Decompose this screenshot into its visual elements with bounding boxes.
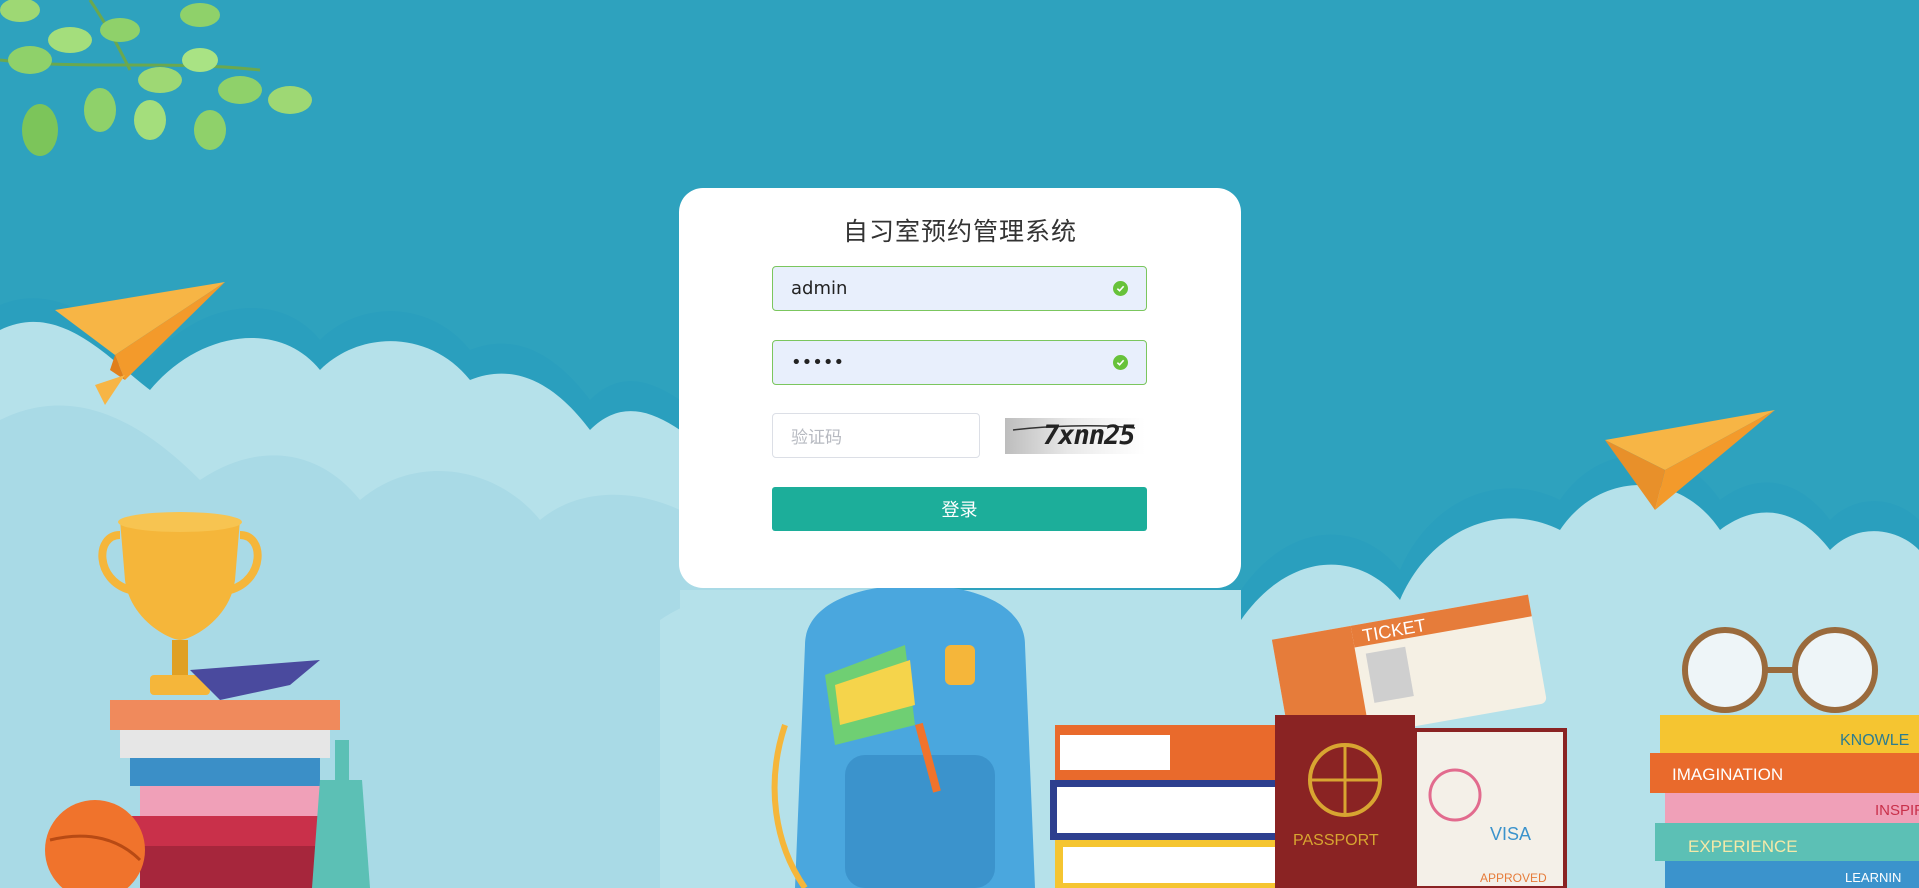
books-glasses-decoration: KNOWLE IMAGINATION INSPIRAT EXPERIENCE L… xyxy=(1650,627,1919,888)
check-circle-icon xyxy=(1113,355,1128,370)
ticket-passport-decoration: TICKET PASSPORT VISA APPROVED xyxy=(1271,594,1567,888)
paper-plane-icon xyxy=(55,282,225,405)
book-label: EXPERIENCE xyxy=(1688,837,1798,856)
approved-label: APPROVED xyxy=(1480,871,1547,885)
username-value: admin xyxy=(791,278,848,299)
password-value: ••••• xyxy=(791,352,845,373)
trophy-books-decoration xyxy=(45,512,370,888)
visa-label: VISA xyxy=(1490,824,1531,844)
password-input[interactable]: ••••• xyxy=(772,340,1147,385)
login-card: 自习室预约管理系统 admin ••••• 验证码 7xnn25 登录 xyxy=(679,188,1241,588)
login-button[interactable]: 登录 xyxy=(772,487,1147,531)
book-label: INSPIRAT xyxy=(1875,802,1919,819)
username-input[interactable]: admin xyxy=(772,266,1147,311)
book-label: IMAGINATION xyxy=(1672,765,1783,784)
captcha-image[interactable]: 7xnn25 xyxy=(1005,418,1145,454)
paper-plane-icon xyxy=(1605,410,1775,510)
book-label: LEARNIN xyxy=(1845,870,1901,885)
captcha-placeholder: 验证码 xyxy=(791,428,842,448)
captcha-input[interactable]: 验证码 xyxy=(772,413,980,458)
check-circle-icon xyxy=(1113,281,1128,296)
leaves-decoration xyxy=(0,0,312,156)
book-label: KNOWLE xyxy=(1840,732,1909,749)
passport-label: PASSPORT xyxy=(1293,832,1379,849)
backpack-decoration xyxy=(771,585,1035,888)
captcha-code: 7xnn25 xyxy=(1043,420,1136,451)
page-title: 自习室预约管理系统 xyxy=(842,217,1077,246)
